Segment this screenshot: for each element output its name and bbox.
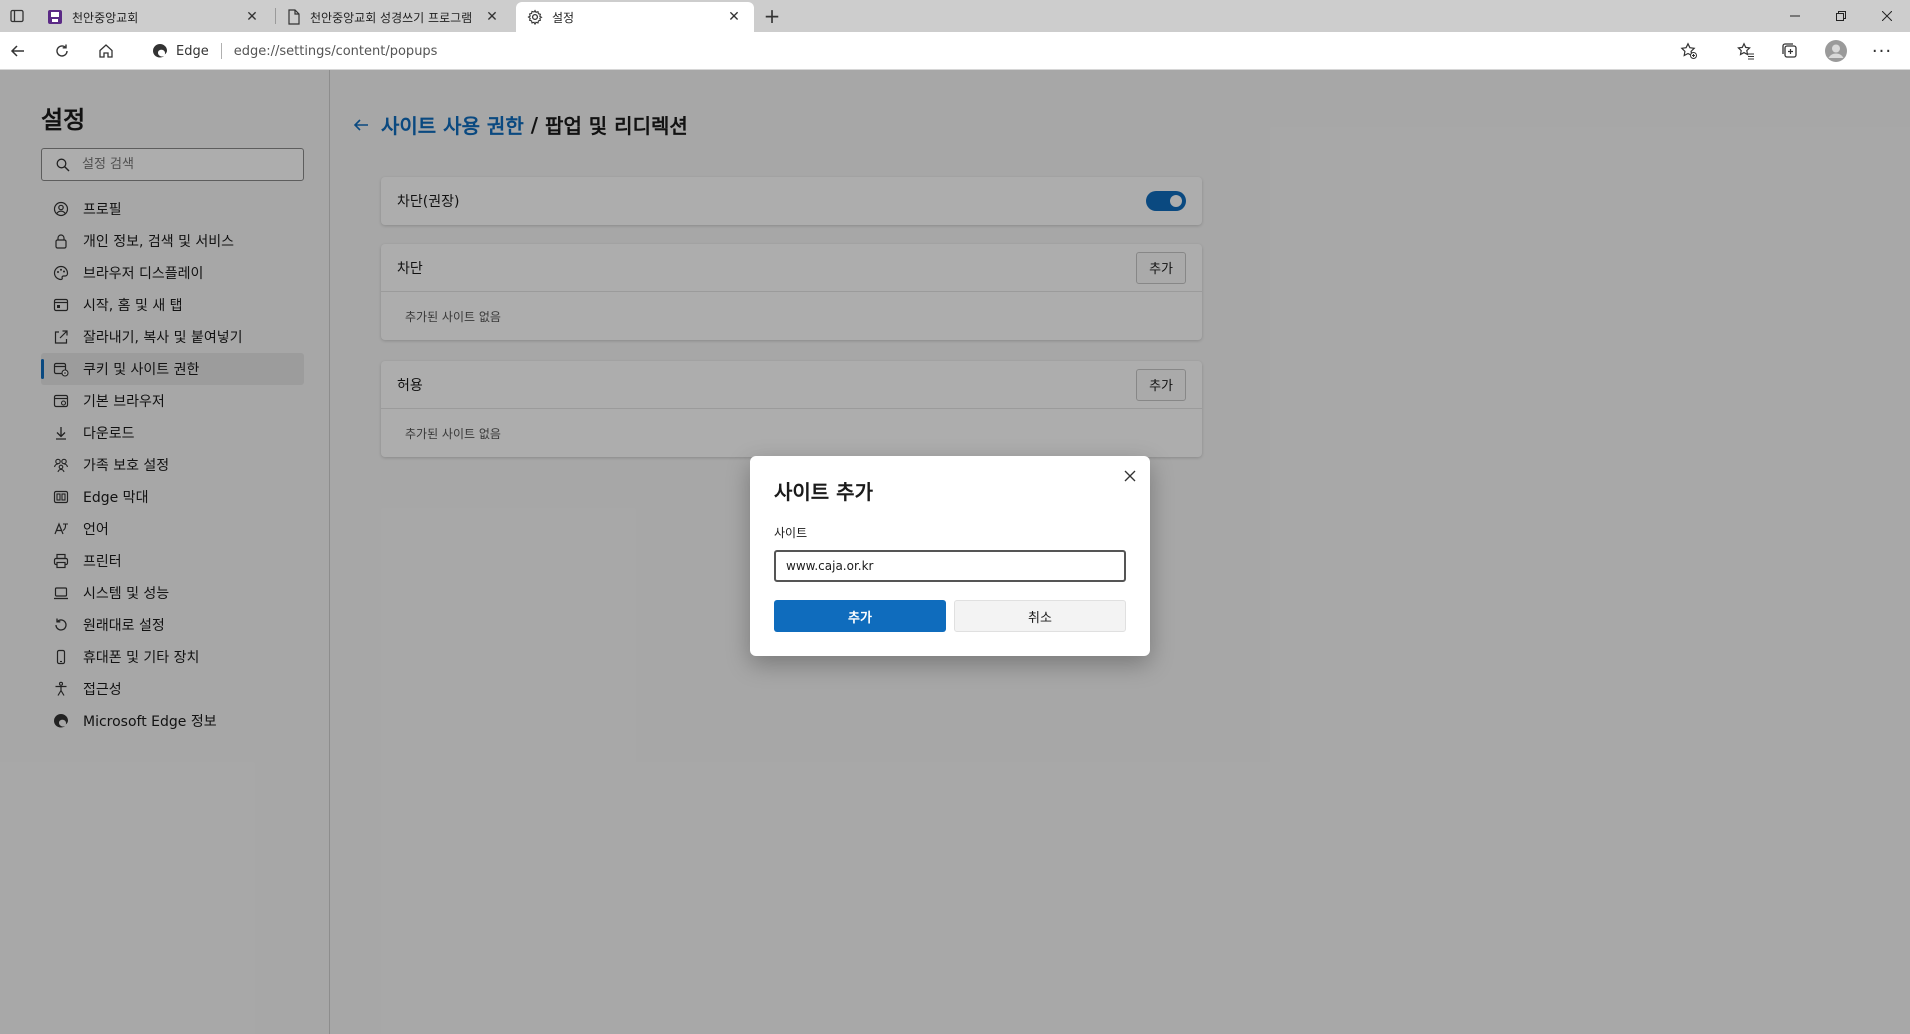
- close-icon: [1882, 11, 1892, 21]
- site-field-label: 사이트: [774, 526, 808, 540]
- tab-1[interactable]: 천안중앙교회 ✕: [36, 2, 272, 32]
- tab-strip: 천안중앙교회 ✕ 천안중앙교회 성경쓰기 프로그램 ✕ 설정 ✕ +: [0, 0, 1910, 32]
- restore-button[interactable]: [1818, 0, 1864, 32]
- collections-button[interactable]: [1776, 37, 1804, 65]
- tab-title: 천안중앙교회: [72, 10, 139, 25]
- tab-actions-menu-button[interactable]: [4, 3, 30, 29]
- back-arrow-icon: [10, 45, 24, 57]
- add-site-dialog: 사이트 추가 사이트 추가 취소: [750, 456, 1150, 656]
- refresh-button[interactable]: [48, 37, 76, 65]
- tab-close-button[interactable]: ✕: [724, 7, 744, 27]
- restore-icon: [1836, 11, 1846, 21]
- back-button[interactable]: [4, 37, 32, 65]
- close-window-button[interactable]: [1864, 0, 1910, 32]
- gear-icon: [527, 9, 543, 25]
- cancel-button[interactable]: 취소: [954, 600, 1126, 632]
- minimize-icon: [1790, 15, 1800, 17]
- avatar-icon: [1825, 40, 1847, 62]
- edge-logo-icon: [153, 44, 167, 58]
- url-text[interactable]: edge://settings/content/popups: [234, 44, 438, 59]
- site-favicon-icon: [48, 10, 62, 24]
- tab-2[interactable]: 천안중앙교회 성경쓰기 프로그램 ✕: [276, 2, 512, 32]
- add-button[interactable]: 추가: [774, 600, 946, 632]
- minimize-button[interactable]: [1772, 0, 1818, 32]
- tab-title: 설정: [552, 10, 575, 25]
- new-tab-button[interactable]: +: [760, 4, 784, 28]
- close-icon: [1124, 470, 1136, 482]
- tab-3-settings[interactable]: 설정 ✕: [516, 2, 754, 32]
- site-url-input[interactable]: [774, 550, 1126, 582]
- tab-title: 천안중앙교회 성경쓰기 프로그램: [310, 10, 473, 25]
- navigation-toolbar: Edge edge://settings/content/popups ···: [0, 32, 1910, 70]
- collections-icon: [1782, 43, 1797, 58]
- dialog-title: 사이트 추가: [774, 480, 873, 504]
- profile-button[interactable]: [1822, 37, 1850, 65]
- favorites-icon: [1737, 42, 1754, 60]
- edge-chip: Edge: [152, 43, 209, 59]
- address-bar[interactable]: Edge edge://settings/content/popups: [138, 36, 1720, 66]
- address-separator: [220, 43, 222, 59]
- tab-actions-icon: [10, 9, 24, 23]
- star-add-icon: [1680, 42, 1697, 59]
- home-button[interactable]: [92, 37, 120, 65]
- more-dots-icon: ···: [1871, 40, 1893, 62]
- refresh-icon: [56, 44, 68, 57]
- add-favorite-button[interactable]: [1678, 40, 1700, 62]
- page-icon: [288, 9, 300, 25]
- edge-label: Edge: [176, 43, 209, 59]
- plus-icon: +: [763, 4, 781, 28]
- tab-close-button[interactable]: ✕: [482, 7, 502, 27]
- dialog-close-button[interactable]: [1120, 466, 1140, 486]
- tab-close-button[interactable]: ✕: [242, 7, 262, 27]
- settings-more-button[interactable]: ···: [1868, 37, 1896, 65]
- home-icon: [99, 44, 113, 58]
- favorites-button[interactable]: [1732, 37, 1760, 65]
